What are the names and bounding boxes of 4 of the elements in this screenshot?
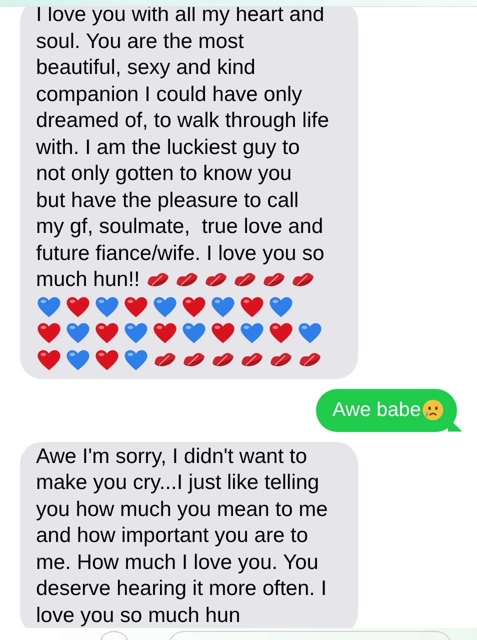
message-text: Awe babe bbox=[332, 398, 421, 423]
crying-face-icon bbox=[421, 398, 445, 422]
message-text: Awe I'm sorry, I didn't want to make you cry...I just like telling you how much you mean to me and how important you are to me. How much I love you. You deserve hearing it more often. I love you so much hun bbox=[36, 444, 329, 628]
message-text: much hun!! bbox=[36, 267, 140, 293]
